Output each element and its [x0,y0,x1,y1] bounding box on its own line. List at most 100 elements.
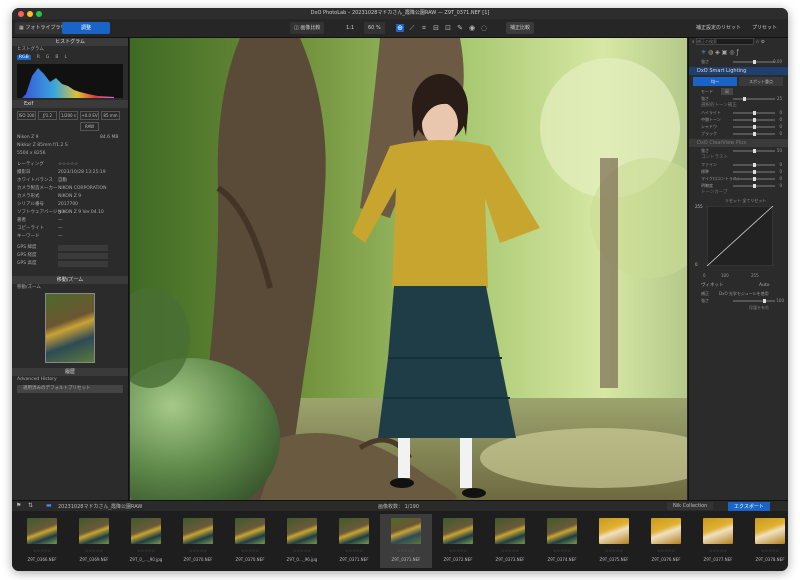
filmstrip-thumbnail[interactable]: ☆☆☆☆☆ Z9T_0..._96.jpg [276,514,328,568]
metadata-value[interactable]: — [58,225,63,233]
minimize-window-button[interactable] [27,11,33,17]
filter-icon[interactable]: ⚑ [16,502,21,509]
local-adjust-icon[interactable]: ◉ [468,24,476,32]
contrast-slider[interactable] [733,163,775,167]
filmstrip-thumbnail[interactable]: ☆☆☆☆☆ Z9T_0366.NEF [16,514,68,568]
filmstrip-thumbnail[interactable]: ☆☆☆☆☆ Z9T_0378.NEF [744,514,788,568]
clearview-header[interactable]: DxO ClearView Plus [689,139,788,147]
clearview-strength-slider[interactable] [733,149,775,153]
contrast-slider[interactable] [733,184,775,188]
filmstrip-thumbnail[interactable]: ☆☆☆☆☆ Z9T_0375.NEF [588,514,640,568]
filmstrip-thumbnail[interactable]: ☆☆☆☆☆ Z9T_0373.NEF [484,514,536,568]
star-icon[interactable]: ☆ [755,40,759,45]
zoom-fit-button[interactable]: 1:1 [342,22,358,34]
nik-collection-button[interactable]: Nik Collection [667,502,714,510]
eyedropper-icon[interactable]: ⟋ [408,24,416,32]
search-input[interactable] [695,38,754,45]
filmstrip-thumbnail[interactable]: ☆☆☆☆☆ Z9T_0371.NEF [380,514,432,568]
vignette-strength-slider[interactable] [733,299,775,303]
filmstrip-thumbnail[interactable]: ☆☆☆☆☆ Z9T_0370.NEF [172,514,224,568]
smart-mode-select[interactable]: 弱 [721,88,733,95]
metadata-value[interactable]: ☆☆☆☆☆ [58,161,78,169]
vignette-mode[interactable]: Auto [759,282,769,290]
main-photo[interactable] [130,38,687,500]
preview-compare-button[interactable]: 補正比較 [506,22,535,34]
vignette-correction-select[interactable]: DxO 光学モジュールを使用 [719,290,769,297]
filmstrip-thumbnail[interactable]: ☆☆☆☆☆ Z9T_0371.NEF [328,514,380,568]
metadata-value[interactable]: — [58,217,63,225]
color-tab-icon[interactable]: ◍ [708,49,713,56]
smart-lighting-tab-0[interactable]: 均一 [693,77,737,86]
channel-g-button[interactable]: G [46,55,50,60]
tone-curve[interactable]: 255 0 [695,204,782,272]
selective-tone-slider[interactable] [733,111,775,115]
selective-tone-slider[interactable] [733,125,775,129]
selective-tone-slider[interactable] [733,132,775,136]
metadata-value[interactable]: — [58,233,63,241]
export-button[interactable]: エクスポート [728,502,770,511]
contrast-slider[interactable] [733,177,775,181]
gps-field[interactable] [58,253,108,259]
history-group-label: Advanced History [17,377,57,382]
gps-field[interactable] [58,261,108,267]
smart-strength-slider[interactable] [733,97,775,101]
channel-rgb-button[interactable]: RGB [17,55,31,60]
close-window-button[interactable] [18,11,24,17]
detail-tab-icon[interactable]: ◈ [715,49,720,56]
reset-button[interactable]: 補正設定のリセット [692,22,745,34]
filmstrip-thumbnail[interactable]: ☆☆☆☆☆ Z9T_0370.NEF [224,514,276,568]
gps-field[interactable] [58,245,108,251]
smart-lighting-tab-1[interactable]: スポット重点 [739,77,783,86]
channel-r-button[interactable]: R [37,55,40,60]
histogram-header[interactable]: ヒストグラム [12,38,128,46]
contrast-slider[interactable] [733,170,775,174]
curve-reset-button[interactable]: リセット [725,198,741,203]
compare-button[interactable]: ◫ 画像比較 [290,22,325,34]
repair-icon[interactable]: ✎ [456,24,464,32]
perspective-icon[interactable]: ⊡ [444,24,452,32]
horizon-icon[interactable]: ⊟ [432,24,440,32]
filmstrip-thumbnail[interactable]: ☆☆☆☆☆ Z9T_0_..._90.jpg [120,514,172,568]
vignette-header[interactable]: ヴィネット Auto [689,282,788,290]
thumbnail-filename: Z9T_0370.NEF [235,557,265,562]
metadata-value[interactable]: 2023/10/28 13:25:19 [58,169,106,177]
crop-icon[interactable]: ⌗ [420,24,428,32]
metadata-value[interactable]: NIKON Z 9 [58,193,81,201]
curve-reset-all-button[interactable]: 全てリセット [742,198,766,203]
filmstrip-thumbnail[interactable]: ☆☆☆☆☆ Z9T_0372.NEF [432,514,484,568]
zoom-select[interactable]: 60 % [364,22,385,34]
exposure-slider[interactable] [733,60,775,64]
channel-b-button[interactable]: B [55,55,58,60]
sort-icon[interactable]: ⇅ [28,502,33,509]
vignette-protect[interactable]: 保護を有効 [689,304,788,311]
contrast-group[interactable]: コントラスト [689,154,788,161]
move-zoom-header[interactable]: 移動/ズーム [12,276,128,284]
presets-button[interactable]: プリセット [748,22,781,34]
selective-tone-slider[interactable] [733,118,775,122]
tone-curve-header[interactable]: トーンカーブ [689,189,788,197]
history-header[interactable]: 履歴 [12,368,128,376]
geometry-tab-icon[interactable]: ▣ [722,49,728,56]
metadata-value[interactable]: 2017700 [58,201,78,209]
history-item[interactable]: 適用済みのデフォルトプリセット [17,385,123,393]
channel-l-button[interactable]: L [64,55,67,60]
filmstrip-thumbnail[interactable]: ☆☆☆☆☆ Z9T_0376.NEF [640,514,692,568]
exif-header[interactable]: Exif [12,100,128,108]
tab-customize[interactable]: 調整 [62,22,110,34]
mask-icon[interactable]: ◌ [480,24,488,32]
light-tab-icon[interactable]: ✳ [701,49,706,56]
filmstrip-thumbnail[interactable]: ☆☆☆☆☆ Z9T_0369.NEF [68,514,120,568]
zoom-window-button[interactable] [36,11,42,17]
filmstrip-thumbnail[interactable]: ☆☆☆☆☆ Z9T_0377.NEF [692,514,744,568]
move-tool-icon[interactable]: ⊕ [396,24,404,32]
smart-lighting-header[interactable]: DxO Smart Lighting [689,67,788,75]
selective-tone-header[interactable]: 選択的トーン補正 [689,102,788,109]
fx-tab-icon[interactable]: ƒ [736,49,738,56]
local-tab-icon[interactable]: ◎ [729,49,734,56]
metadata-value[interactable]: NIKON CORPORATION [58,185,106,193]
navigator-thumbnail[interactable] [45,293,95,363]
settings-icon[interactable]: ⚙ [761,40,765,45]
metadata-value[interactable]: 自動 [58,177,67,185]
metadata-value[interactable]: NIKON Z 9 Ver.04.10 [58,209,104,217]
filmstrip-thumbnail[interactable]: ☆☆☆☆☆ Z9T_0374.NEF [536,514,588,568]
